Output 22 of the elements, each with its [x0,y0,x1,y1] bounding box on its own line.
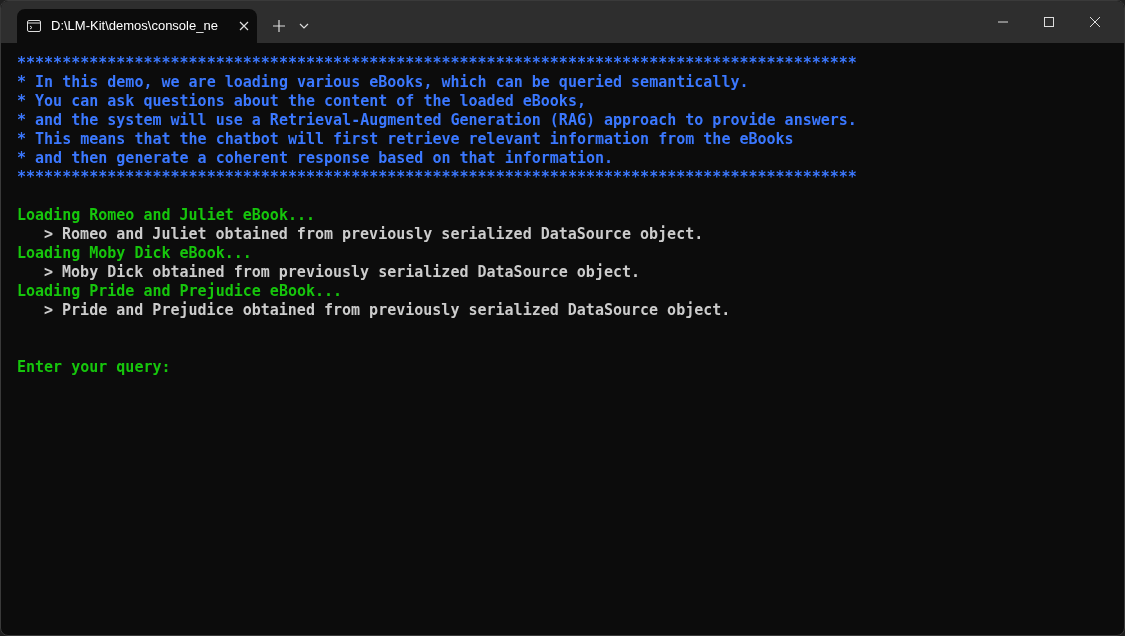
terminal-icon [27,20,41,32]
chevron-down-icon[interactable] [299,23,309,29]
query-prompt: Enter your query: [17,358,171,376]
close-icon[interactable] [239,21,249,31]
status-line: Loading Pride and Prejudice eBook... [17,282,343,300]
detail-line: > Romeo and Juliet obtained from previously serialized DataSource object. [44,225,704,243]
banner-line: * and the system will use a Retrieval-Augmented Generation (RAG) approach to provide answers. [17,111,857,129]
banner-line: * and then generate a coherent response based on that information. [17,149,614,167]
banner-line: ********************************************************************************************* [17,168,857,186]
banner-line: * This means that the chatbot will first retrieve relevant information from the eBooks [17,130,794,148]
status-line: Loading Romeo and Juliet eBook... [17,206,315,224]
close-icon[interactable] [1090,17,1100,27]
status-line: Loading Moby Dick eBook... [17,244,252,262]
detail-line: > Pride and Prejudice obtained from previously serialized DataSource object. [44,301,731,319]
banner-line: * You can ask questions about the content of the loaded eBooks, [17,92,586,110]
banner-line: ********************************************************************************************* [17,54,857,72]
tab-title: D:\LM-Kit\demos\console_ne [51,17,219,36]
tab[interactable]: D:\LM-Kit\demos\console_ne [17,9,257,43]
banner-line: * In this demo, we are loading various eBooks, which can be queried semantically. [17,73,749,91]
detail-line: > Moby Dick obtained from previously serialized DataSource object. [44,263,641,281]
plus-icon[interactable] [273,20,285,32]
maximize-icon[interactable] [1044,17,1054,27]
